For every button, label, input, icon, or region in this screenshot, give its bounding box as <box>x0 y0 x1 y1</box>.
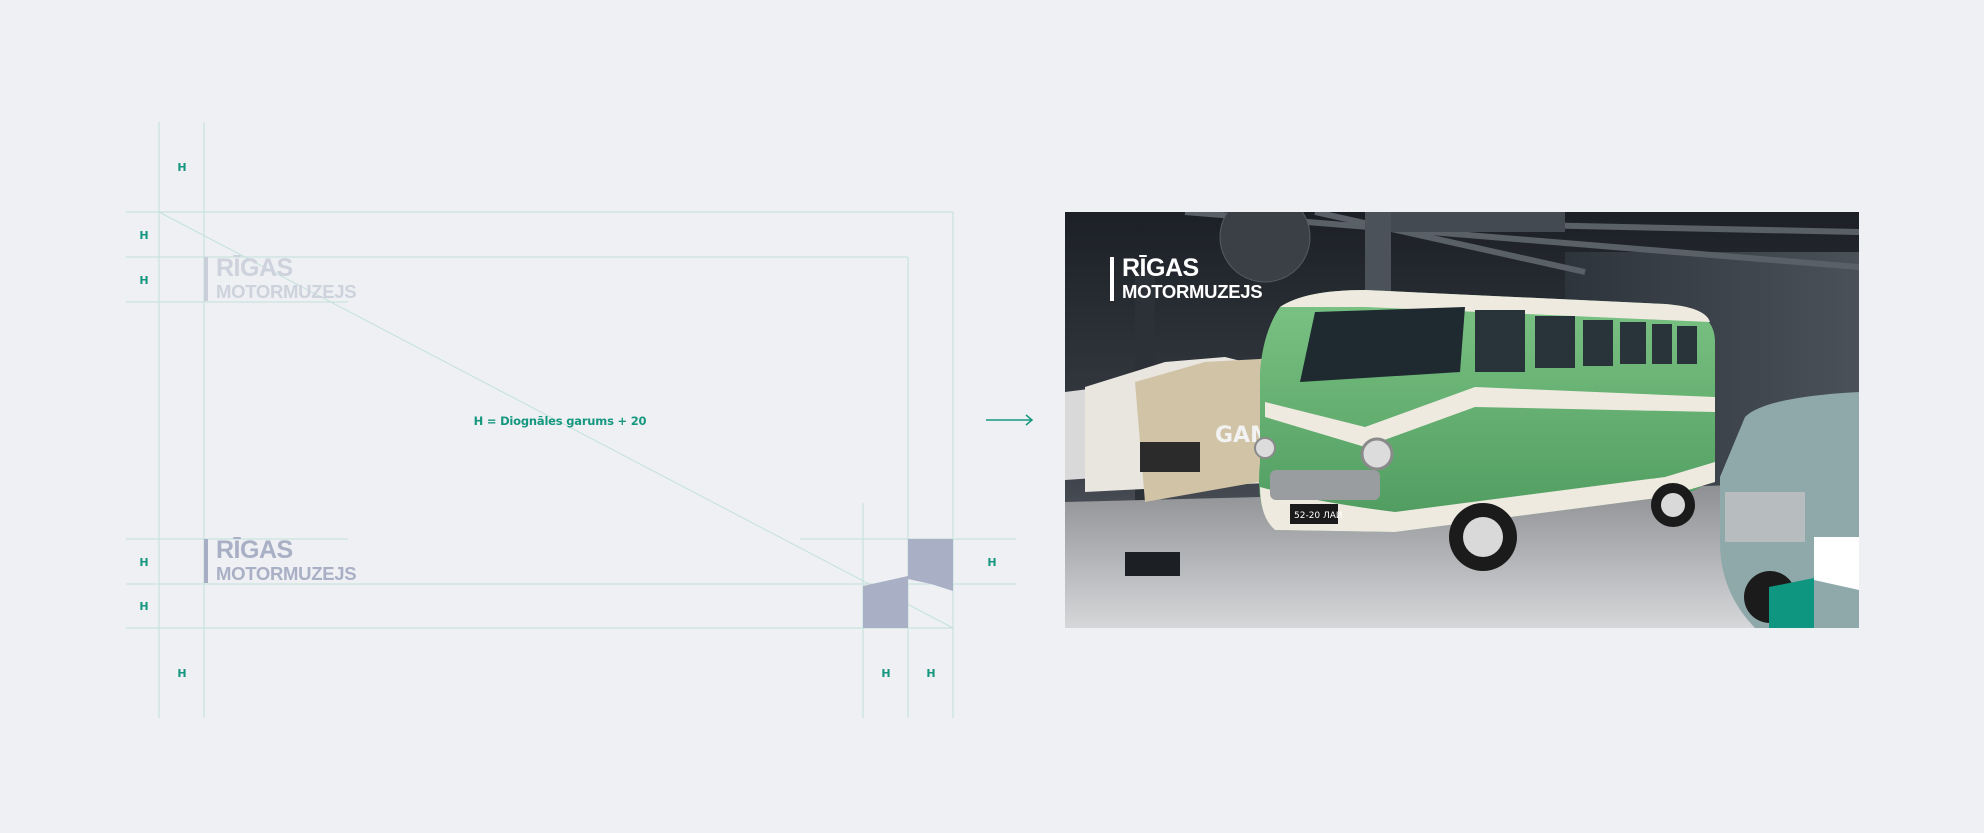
h-marker: H <box>139 556 149 569</box>
logo-line1: RĪGAS <box>216 536 293 564</box>
logo-line1: RĪGAS <box>1122 254 1199 282</box>
h-marker: H <box>881 667 891 680</box>
license-plate: 52-20 ЛАИ <box>1294 511 1343 521</box>
h-marker: H <box>987 556 997 569</box>
formula-label: H = Diognāles garums + 20 <box>473 414 647 428</box>
h-marker: H <box>139 229 149 242</box>
logo-bar <box>204 539 208 583</box>
h-marker: H <box>139 274 149 287</box>
logo-line2: MOTORMUZEJS <box>216 281 357 302</box>
h-marker: H <box>177 161 187 174</box>
h-marker: H <box>177 667 187 680</box>
logo-line1: RĪGAS <box>216 254 293 282</box>
h-marker: H <box>926 667 936 680</box>
logo-bar <box>1110 257 1114 301</box>
logo-line2: MOTORMUZEJS <box>216 563 357 584</box>
h-marker: H <box>139 600 149 613</box>
logo-line2: MOTORMUZEJS <box>1122 281 1263 302</box>
logo-bar <box>204 257 208 301</box>
